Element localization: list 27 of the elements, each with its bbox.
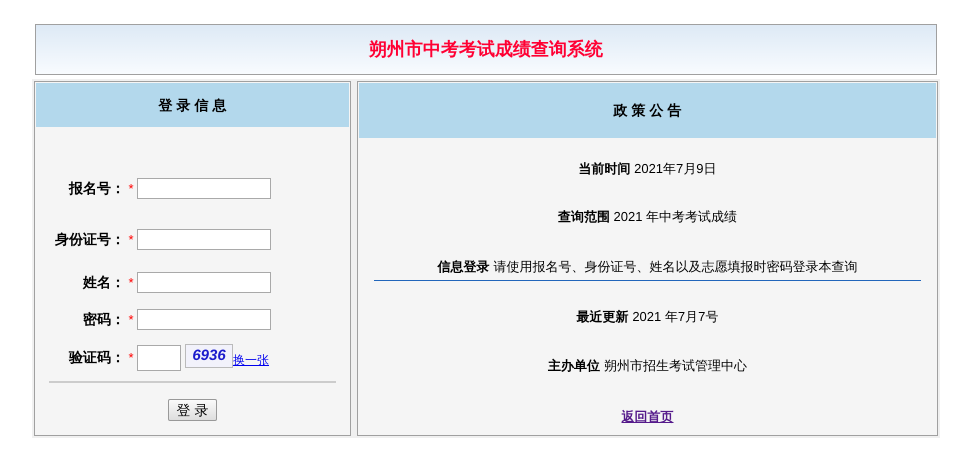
- required-mark: *: [127, 348, 135, 367]
- field-label: 密码：: [82, 310, 125, 329]
- page-title: 朔州市中考考试成绩查询系统: [369, 38, 603, 61]
- required-mark: *: [127, 230, 135, 249]
- panel-title: 政 策 公 告: [614, 101, 682, 120]
- captcha-field[interactable]: [137, 345, 181, 371]
- field-label: 身份证号：: [54, 230, 125, 249]
- field-label: 验证码：: [68, 348, 125, 367]
- home-link[interactable]: 返回首页: [622, 406, 674, 426]
- refresh-captcha-link[interactable]: 换一张: [233, 351, 269, 369]
- notice-text: 信息登录 请使用报名号、身份证号、姓名以及志愿填报时密码登录本查询: [438, 258, 858, 276]
- field-label: 报名号：: [68, 179, 125, 198]
- notice-text: 主办单位 朔州市招生考试管理中心: [548, 357, 747, 375]
- input-field[interactable]: [137, 229, 271, 250]
- login-button[interactable]: 登 录: [168, 399, 218, 421]
- captcha-image: 6936: [185, 344, 233, 368]
- password-field[interactable]: [137, 309, 271, 330]
- required-mark: *: [127, 180, 135, 198]
- notice-text: 查询范围 2021 年中考考试成绩: [558, 208, 738, 226]
- field-label: 姓名：: [82, 273, 125, 292]
- panel-title: 登 录 信 息: [158, 96, 226, 114]
- required-mark: *: [127, 274, 135, 292]
- required-mark: *: [127, 310, 135, 329]
- notice-text: 当前时间 2021年7月9日: [578, 160, 716, 178]
- input-field[interactable]: [137, 272, 271, 293]
- notice-text: 最近更新 2021 年7月7号: [576, 308, 718, 326]
- input-field[interactable]: [137, 178, 271, 199]
